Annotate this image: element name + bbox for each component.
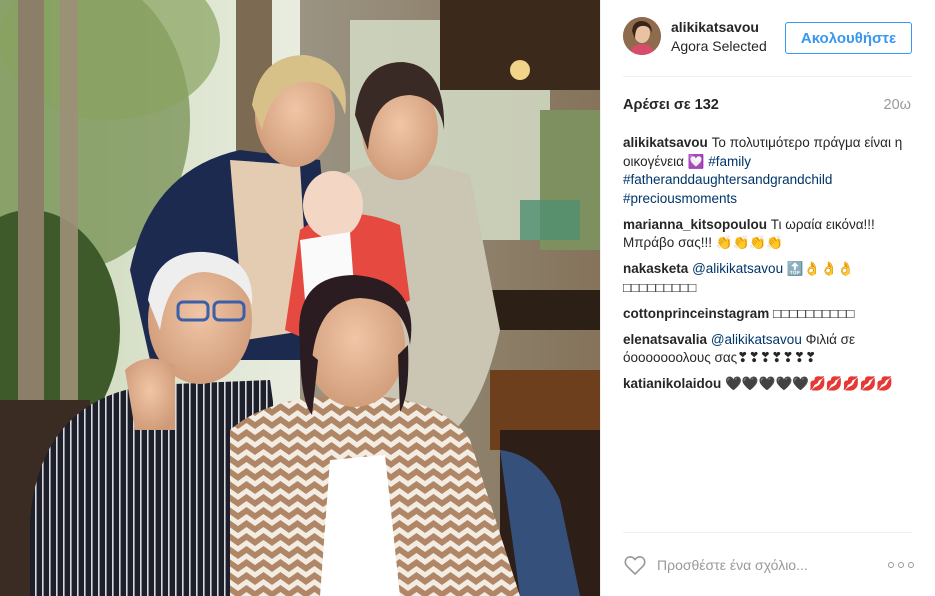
avatar-image [623,17,661,55]
header-divider [623,76,912,77]
follow-button[interactable]: Ακολουθήστε [785,22,912,54]
comment-username[interactable]: cottonprinceinstagram [623,306,769,321]
hashtag-link[interactable]: #preciousmoments [623,191,737,206]
comment-item: cottonprinceinstagram □□□□□□□□□□ [623,305,915,324]
post-username[interactable]: alikikatsavou [671,19,759,35]
comment-username[interactable]: katianikolaidou [623,376,721,391]
comment-list: alikikatsavou Το πολυτιμότερο πράγμα είν… [623,134,915,401]
comment-username[interactable]: elenatsavalia [623,332,707,347]
comment-text: 🖤🖤🖤🖤🖤💋💋💋💋💋 [725,376,894,391]
comment-item: elenatsavalia @alikikatsavou Φιλιά σε όο… [623,331,915,368]
dot-icon [898,562,904,568]
comment-text: □□□□□□□□□□ [773,305,855,321]
post-photo[interactable] [0,0,600,596]
dot-icon [908,562,914,568]
family-photo-image [0,0,600,596]
add-comment-input[interactable] [657,553,877,577]
avatar[interactable] [623,17,661,55]
post-time[interactable]: 20ω [884,97,911,113]
dot-icon [888,562,894,568]
caption: alikikatsavou Το πολυτιμότερο πράγμα είν… [623,134,915,208]
post-side-panel: alikikatsavou Agora Selected Ακολουθήστε… [600,0,935,596]
hashtag-link[interactable]: #fatheranddaughtersandgrandchild [623,172,832,187]
post-header: alikikatsavou Agora Selected Ακολουθήστε [601,0,935,76]
hashtag-link[interactable]: #family [708,154,751,169]
comment-username[interactable]: nakasketa [623,261,688,276]
caption-username[interactable]: alikikatsavou [623,135,708,150]
comment-username[interactable]: marianna_kitsopoulou [623,217,767,232]
post-location[interactable]: Agora Selected [671,38,775,54]
instagram-post: alikikatsavou Agora Selected Ακολουθήστε… [0,0,935,596]
comment-item: katianikolaidou 🖤🖤🖤🖤🖤💋💋💋💋💋 [623,375,915,394]
comment-mention[interactable]: @alikikatsavou [711,332,802,347]
heart-outline-icon[interactable] [623,553,647,577]
comment-mention[interactable]: @alikikatsavou [692,261,783,276]
comment-bar [601,533,935,596]
more-options-icon[interactable] [888,558,914,572]
likes-count[interactable]: Αρέσει σε 132 [623,97,719,113]
comment-item: nakasketa @alikikatsavou 🔝👌👌👌□□□□□□□□□ [623,260,915,297]
comment-item: marianna_kitsopoulou Τι ωραία εικόνα!!! … [623,216,915,253]
